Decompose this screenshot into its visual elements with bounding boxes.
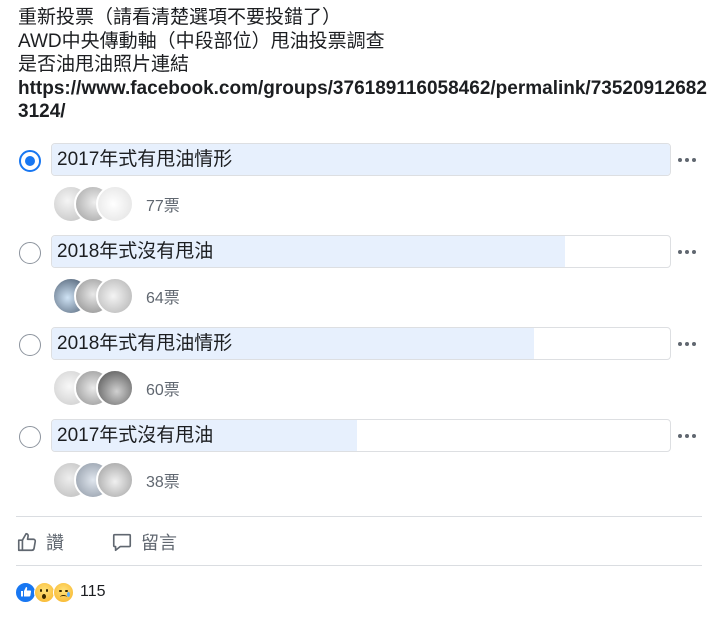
avatar[interactable] <box>96 277 134 315</box>
poll-option: 2018年式有甩油情形 60票 <box>0 327 720 419</box>
post-text: 重新投票（請看清楚選項不要投錯了） AWD中央傳動軸（中段部位）甩油投票調查 是… <box>18 6 708 124</box>
voter-avatars[interactable] <box>52 277 142 315</box>
wow-icon <box>34 581 55 603</box>
voter-avatars[interactable] <box>52 461 142 499</box>
vote-count[interactable]: 38票 <box>146 468 180 492</box>
poll-option: 2017年式沒有甩油 38票 <box>0 419 720 511</box>
vote-count[interactable]: 77票 <box>146 192 180 216</box>
post-link[interactable]: https://www.facebook.com/groups/37618911… <box>18 77 708 124</box>
reactions-summary[interactable]: 115 <box>15 581 106 603</box>
more-options-icon[interactable] <box>678 427 700 445</box>
more-options-icon[interactable] <box>678 243 700 261</box>
poll-bar[interactable]: 2017年式沒有甩油 <box>51 419 671 452</box>
avatar[interactable] <box>96 185 134 223</box>
poll-option: 2017年式有甩油情形 77票 <box>0 143 720 235</box>
more-options-icon[interactable] <box>678 151 700 169</box>
poll-option: 2018年式沒有甩油 64票 <box>0 235 720 327</box>
more-options-icon[interactable] <box>678 335 700 353</box>
post-line: 是否油甩油照片連結 <box>18 54 190 75</box>
comment-label: 留言 <box>141 533 177 553</box>
divider <box>16 565 702 566</box>
poll-option-label: 2017年式沒有甩油 <box>57 425 214 446</box>
reaction-count: 115 <box>80 583 106 600</box>
vote-count[interactable]: 64票 <box>146 284 180 308</box>
sad-icon <box>53 581 74 603</box>
poll-option-label: 2017年式有甩油情形 <box>57 149 233 170</box>
comment-button[interactable]: 留言 <box>111 528 177 556</box>
poll-radio[interactable] <box>19 334 41 356</box>
post-line: 重新投票（請看清楚選項不要投錯了） <box>18 7 342 28</box>
thumbs-up-icon <box>17 532 37 552</box>
poll-radio[interactable] <box>19 242 41 264</box>
comment-icon <box>112 533 132 552</box>
post-line: AWD中央傳動軸（中段部位）甩油投票調查 <box>18 30 385 52</box>
poll-radio[interactable] <box>19 426 41 448</box>
poll-bar[interactable]: 2018年式沒有甩油 <box>51 235 671 268</box>
poll-option-label: 2018年式沒有甩油 <box>57 241 214 262</box>
avatar[interactable] <box>96 461 134 499</box>
poll-bar[interactable]: 2018年式有甩油情形 <box>51 327 671 360</box>
poll-option-label: 2018年式有甩油情形 <box>57 333 233 354</box>
like-button[interactable]: 讚 <box>16 528 64 556</box>
avatar[interactable] <box>96 369 134 407</box>
voter-avatars[interactable] <box>52 185 142 223</box>
like-label: 讚 <box>46 533 64 553</box>
poll-bar[interactable]: 2017年式有甩油情形 <box>51 143 671 176</box>
divider <box>16 516 702 517</box>
like-icon <box>15 581 36 603</box>
vote-count[interactable]: 60票 <box>146 376 180 400</box>
poll-radio[interactable] <box>19 150 41 172</box>
voter-avatars[interactable] <box>52 369 142 407</box>
